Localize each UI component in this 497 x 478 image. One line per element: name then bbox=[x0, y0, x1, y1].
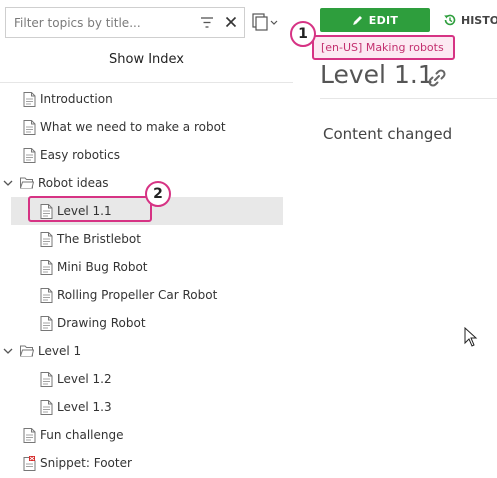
document-icon bbox=[40, 399, 53, 415]
tree-item-label: What we need to make a robot bbox=[40, 120, 226, 134]
document-icon bbox=[23, 119, 36, 135]
document-icon bbox=[40, 315, 53, 331]
tree-item[interactable]: Snippet: Footer bbox=[0, 449, 283, 477]
document-icon bbox=[40, 259, 53, 275]
tree-item-label: Rolling Propeller Car Robot bbox=[57, 288, 218, 302]
mouse-cursor-icon bbox=[464, 327, 478, 347]
history-button-label: HISTO bbox=[461, 13, 497, 27]
edit-button[interactable]: EDIT bbox=[320, 8, 430, 32]
tree-item-label: Easy robotics bbox=[40, 148, 120, 162]
content-text: Content changed bbox=[323, 125, 453, 143]
callout-badge-2: 2 bbox=[145, 181, 171, 207]
document-icon bbox=[40, 287, 53, 303]
folder-open-icon bbox=[20, 177, 34, 189]
page-title: Level 1.1 bbox=[320, 60, 434, 89]
edit-button-label: EDIT bbox=[368, 13, 399, 27]
chevron-down-icon[interactable] bbox=[2, 345, 14, 357]
filter-icon[interactable] bbox=[200, 16, 214, 29]
tree-item-label: Introduction bbox=[40, 92, 113, 106]
tree-item-label: Drawing Robot bbox=[57, 316, 146, 330]
tree-item-label: Robot ideas bbox=[38, 176, 109, 190]
document-icon bbox=[23, 427, 36, 443]
tree-item[interactable]: Fun challenge bbox=[0, 421, 283, 449]
folder-open-icon bbox=[20, 345, 34, 357]
history-icon bbox=[444, 14, 456, 26]
tree-item-label: Mini Bug Robot bbox=[57, 260, 148, 274]
tree-item[interactable]: Level 1.3 bbox=[0, 393, 283, 421]
tree-item[interactable]: The Bristlebot bbox=[0, 225, 283, 253]
breadcrumb[interactable]: [en-US] Making robots bbox=[312, 35, 455, 60]
tree-item-label: Snippet: Footer bbox=[40, 456, 132, 470]
divider bbox=[320, 98, 497, 99]
tree-folder[interactable]: Level 1 bbox=[0, 337, 283, 365]
tree-item-label: Level 1 bbox=[38, 344, 82, 358]
document-icon bbox=[23, 91, 36, 107]
tree-item[interactable]: Mini Bug Robot bbox=[0, 253, 283, 281]
tree-item[interactable]: Level 1.2 bbox=[0, 365, 283, 393]
document-icon bbox=[40, 371, 53, 387]
chevron-down-icon[interactable] bbox=[2, 177, 14, 189]
filter-input[interactable] bbox=[6, 8, 192, 37]
document-icon bbox=[23, 147, 36, 163]
selected-topic-highlight bbox=[28, 196, 152, 222]
tree-item-label: The Bristlebot bbox=[57, 232, 141, 246]
tree-item[interactable]: Rolling Propeller Car Robot bbox=[0, 281, 283, 309]
filter-box bbox=[5, 7, 245, 38]
snippet-icon bbox=[23, 455, 36, 471]
link-icon[interactable] bbox=[425, 66, 449, 90]
tree-folder[interactable]: Robot ideas bbox=[0, 169, 283, 197]
callout-badge-1: 1 bbox=[290, 21, 316, 47]
tree-item[interactable]: Easy robotics bbox=[0, 141, 283, 169]
divider bbox=[0, 82, 293, 83]
pencil-icon bbox=[352, 16, 362, 25]
copy-icon[interactable] bbox=[252, 12, 280, 32]
document-icon bbox=[40, 231, 53, 247]
tree-item[interactable]: What we need to make a robot bbox=[0, 113, 283, 141]
show-index-button[interactable]: Show Index bbox=[0, 45, 293, 75]
tree-item[interactable]: Drawing Robot bbox=[0, 309, 283, 337]
tree-item-label: Fun challenge bbox=[40, 428, 124, 442]
close-icon[interactable] bbox=[224, 15, 238, 29]
tree-item-label: Level 1.2 bbox=[57, 372, 112, 386]
history-button[interactable]: HISTO bbox=[443, 8, 497, 32]
tree-item-label: Level 1.3 bbox=[57, 400, 112, 414]
tree-item[interactable]: Introduction bbox=[0, 85, 283, 113]
